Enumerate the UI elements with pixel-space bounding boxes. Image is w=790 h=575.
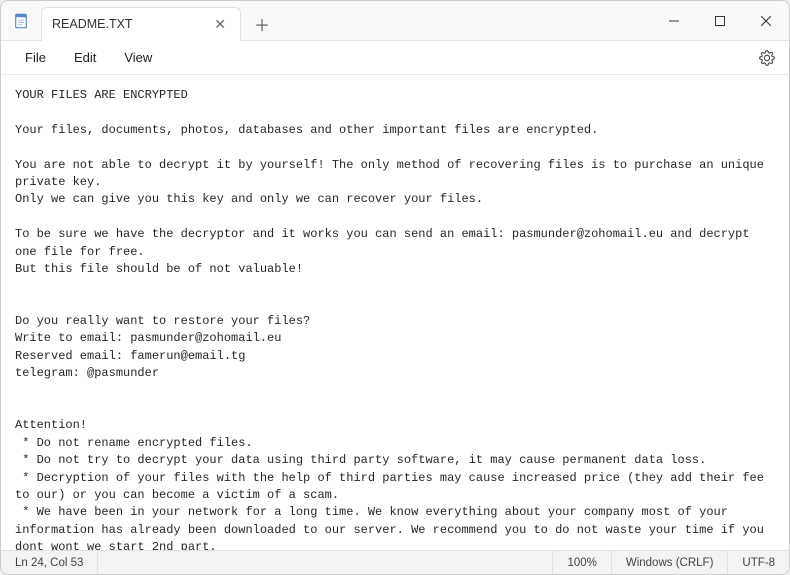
text-line: * We have been in your network for a lon… xyxy=(15,505,771,550)
settings-button[interactable] xyxy=(755,46,779,70)
status-encoding[interactable]: UTF-8 xyxy=(728,551,789,574)
menu-edit[interactable]: Edit xyxy=(60,46,110,69)
text-line: * Do not try to decrypt your data using … xyxy=(15,453,706,467)
status-line-ending[interactable]: Windows (CRLF) xyxy=(612,551,729,574)
titlebar: README.TXT ✕ ＋ xyxy=(1,1,789,41)
text-line: But this file should be of not valuable! xyxy=(15,262,303,276)
notepad-icon xyxy=(12,12,30,30)
text-line: You are not able to decrypt it by yourse… xyxy=(15,158,771,189)
menu-view[interactable]: View xyxy=(110,46,166,69)
tab-readme[interactable]: README.TXT ✕ xyxy=(41,7,241,41)
menubar: File Edit View xyxy=(1,41,789,75)
text-line: Reserved email: famerun@email.tg xyxy=(15,349,245,363)
text-line: telegram: @pasmunder xyxy=(15,366,159,380)
text-line: Your files, documents, photos, databases… xyxy=(15,123,598,137)
close-window-button[interactable] xyxy=(743,1,789,40)
text-line: * Decryption of your files with the help… xyxy=(15,471,771,502)
maximize-button[interactable] xyxy=(697,1,743,40)
close-tab-icon[interactable]: ✕ xyxy=(210,14,230,35)
gear-icon xyxy=(759,50,775,66)
text-line: * Do not rename encrypted files. xyxy=(15,436,253,450)
minimize-button[interactable] xyxy=(651,1,697,40)
maximize-icon xyxy=(715,16,725,26)
text-line: YOUR FILES ARE ENCRYPTED xyxy=(15,88,188,102)
text-line: Do you really want to restore your files… xyxy=(15,314,310,328)
text-line: Attention! xyxy=(15,418,87,432)
status-position[interactable]: Ln 24, Col 53 xyxy=(1,551,98,574)
text-line: Only we can give you this key and only w… xyxy=(15,192,483,206)
new-tab-button[interactable]: ＋ xyxy=(245,7,279,41)
status-zoom[interactable]: 100% xyxy=(553,551,611,574)
notepad-window: README.TXT ✕ ＋ File Edit View YOUR FILE xyxy=(0,0,790,575)
app-icon xyxy=(1,12,41,30)
text-line: Write to email: pasmunder@zohomail.eu xyxy=(15,331,281,345)
text-line: To be sure we have the decryptor and it … xyxy=(15,227,757,258)
minimize-icon xyxy=(669,16,679,26)
status-spacer xyxy=(98,551,553,574)
window-controls xyxy=(651,1,789,40)
tab-title: README.TXT xyxy=(52,17,133,31)
text-editor[interactable]: YOUR FILES ARE ENCRYPTED Your files, doc… xyxy=(1,75,789,550)
close-icon xyxy=(761,16,771,26)
menu-file[interactable]: File xyxy=(11,46,60,69)
statusbar: Ln 24, Col 53 100% Windows (CRLF) UTF-8 xyxy=(1,550,789,574)
